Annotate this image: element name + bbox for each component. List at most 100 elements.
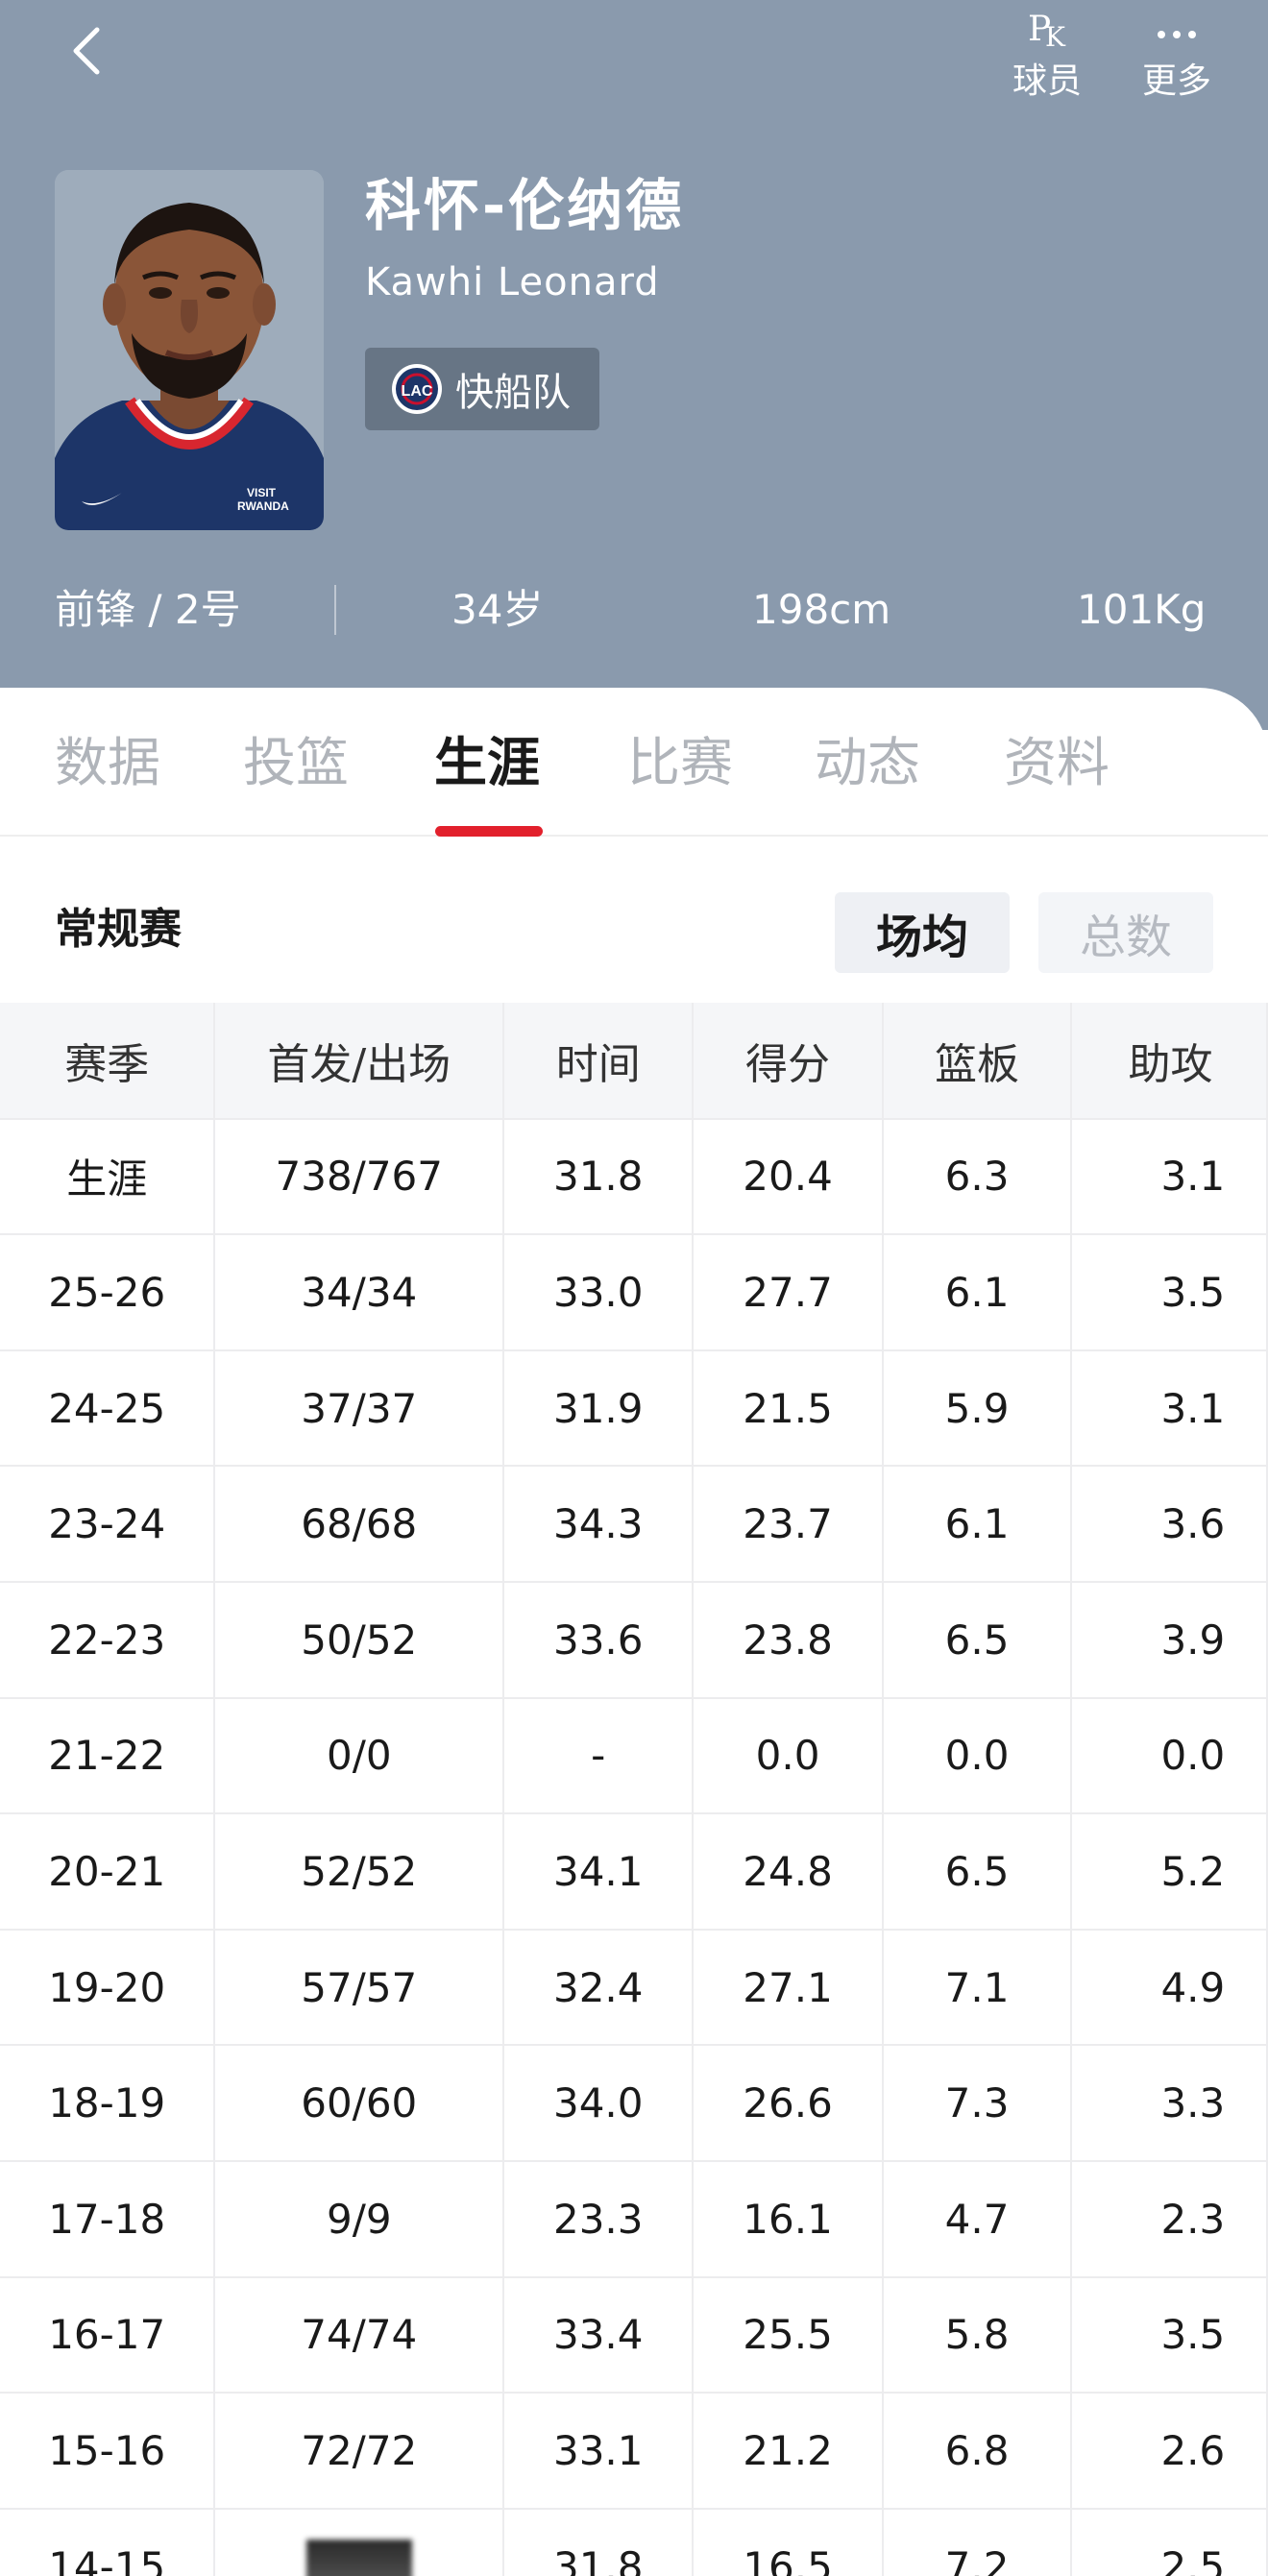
cell-rebounds: 5.9 [882, 1349, 1073, 1468]
cell-starts-games: 0/0 [214, 1697, 505, 1815]
cell-season: 17-18 [0, 2160, 216, 2278]
table-row[interactable]: 22-23 50/52 33.6 23.8 6.5 3.9 [0, 1581, 1268, 1699]
cell-minutes: 33.0 [503, 1234, 695, 1351]
cell-starts-games: 60/60 [214, 2045, 505, 2162]
section-title: 常规赛 [55, 905, 182, 954]
cell-minutes: 34.3 [503, 1466, 695, 1583]
table-row[interactable]: 19-20 57/57 32.4 27.1 7.1 4.9 [0, 1929, 1268, 2047]
cell-season: 14-15 [0, 2508, 216, 2576]
more-icon [1156, 12, 1198, 58]
table-row[interactable]: 23-24 68/68 34.3 23.7 6.1 3.6 [0, 1466, 1268, 1583]
totals-toggle[interactable]: 总数 [1038, 892, 1213, 973]
tab-profile[interactable]: 资料 [1004, 728, 1110, 797]
column-header-season: 赛季 [0, 1003, 216, 1120]
back-arrow-icon [73, 27, 100, 75]
cell-minutes: 31.9 [503, 1349, 695, 1468]
back-button[interactable] [53, 17, 120, 85]
tab-career[interactable]: 生涯 [434, 728, 540, 797]
cell-assists: 3.9 [1071, 1581, 1268, 1699]
cell-minutes: 33.4 [503, 2276, 695, 2394]
table-row[interactable]: 生涯 738/767 31.8 20.4 6.3 3.1 [0, 1118, 1268, 1236]
column-header-starts-games: 首发/出场 [214, 1003, 505, 1120]
cell-assists: 4.9 [1071, 1929, 1268, 2047]
player-header: PK 球员 更多 VISIT RWANDA 科怀-伦纳德 Kawhi Leona… [0, 0, 1268, 730]
table-row[interactable]: 18-19 60/60 34.0 26.6 7.3 3.3 [0, 2045, 1268, 2162]
table-row[interactable]: 20-21 52/52 34.1 24.8 6.5 5.2 [0, 1813, 1268, 1931]
table-row[interactable]: 15-16 72/72 33.1 21.2 6.8 2.6 [0, 2393, 1268, 2510]
table-row[interactable]: 16-17 74/74 33.4 25.5 5.8 3.5 [0, 2276, 1268, 2394]
player-name-en: Kawhi Leonard [365, 260, 660, 304]
player-height: 198cm [752, 586, 891, 633]
table-row[interactable]: 24-25 37/37 31.9 21.5 5.9 3.1 [0, 1349, 1268, 1468]
cell-season: 生涯 [0, 1118, 216, 1236]
cell-points: 16.5 [693, 2508, 884, 2576]
svg-text:LAC: LAC [402, 383, 433, 400]
cell-starts-games: 68/68 [214, 1466, 505, 1583]
team-name: 快船队 [455, 371, 571, 415]
cell-starts-games: 50/52 [214, 1581, 505, 1699]
cell-assists: 3.5 [1071, 1234, 1268, 1351]
cell-starts-games: 57/57 [214, 1929, 505, 2047]
player-name-cn: 科怀-伦纳德 [365, 173, 685, 238]
cell-points: 27.1 [693, 1929, 884, 2047]
tab-shooting[interactable]: 投篮 [243, 728, 349, 797]
cell-starts-games: 34/34 [214, 1234, 505, 1351]
cell-season: 24-25 [0, 1349, 216, 1468]
table-row[interactable]: 17-18 9/9 23.3 16.1 4.7 2.3 [0, 2160, 1268, 2278]
cell-minutes: 33.6 [503, 1581, 695, 1699]
cell-season: 21-22 [0, 1697, 216, 1815]
cell-points: 27.7 [693, 1234, 884, 1351]
tab-bar: 数据 投篮 生涯 比赛 动态 资料 [0, 688, 1268, 837]
cell-starts-games [214, 2508, 505, 2576]
per-game-toggle[interactable]: 场均 [835, 892, 1010, 973]
cell-assists: 3.6 [1071, 1466, 1268, 1583]
cell-points: 21.2 [693, 2393, 884, 2510]
column-header-minutes: 时间 [503, 1003, 695, 1120]
player-age: 34岁 [451, 586, 544, 633]
cell-season: 25-26 [0, 1234, 216, 1351]
table-row[interactable]: 14-15 31.8 16.5 7.2 2.5 [0, 2508, 1268, 2576]
column-header-assists: 助攻 [1071, 1003, 1268, 1120]
cell-season: 18-19 [0, 2045, 216, 2162]
tab-news[interactable]: 动态 [815, 728, 920, 797]
column-header-rebounds: 篮板 [882, 1003, 1073, 1120]
more-button[interactable]: 更多 [1119, 0, 1234, 106]
tab-games[interactable]: 比赛 [627, 728, 733, 797]
cell-minutes: 33.1 [503, 2393, 695, 2510]
table-row[interactable]: 21-22 0/0-0.0 0.0 0.0 [0, 1697, 1268, 1815]
pk-icon: PK [1028, 10, 1065, 53]
cell-starts-games: 37/37 [214, 1349, 505, 1468]
position-number: 前锋 / 2号 [55, 586, 241, 633]
cell-rebounds: 6.5 [882, 1581, 1073, 1699]
career-stats-table: 赛季 首发/出场 时间 得分 篮板 助攻 生涯 738/767 31.8 20.4 6.3 3.1 2… [0, 1003, 1268, 2576]
cell-points: 24.8 [693, 1813, 884, 1931]
cell-rebounds: 4.7 [882, 2160, 1073, 2278]
cell-assists: 2.6 [1071, 2393, 1268, 2510]
cell-starts-games: 738/767 [214, 1118, 505, 1236]
team-badge[interactable]: LAC 快船队 [365, 348, 599, 430]
cell-season: 19-20 [0, 1929, 216, 2047]
cell-assists: 2.3 [1071, 2160, 1268, 2278]
table-row[interactable]: 25-26 34/34 33.0 27.7 6.1 3.5 [0, 1234, 1268, 1351]
cell-rebounds: 0.0 [882, 1697, 1073, 1815]
cell-points: 21.5 [693, 1349, 884, 1468]
table-header-row: 赛季 首发/出场 时间 得分 篮板 助攻 [0, 1003, 1268, 1120]
pk-player-label: 球员 [1012, 61, 1082, 101]
cell-minutes: 34.1 [503, 1813, 695, 1931]
cell-points: 0.0 [693, 1697, 884, 1815]
cell-points: 26.6 [693, 2045, 884, 2162]
column-header-points: 得分 [693, 1003, 884, 1120]
cell-assists: 3.1 [1071, 1349, 1268, 1468]
player-weight: 101Kg [1077, 586, 1207, 633]
cell-starts-games: 9/9 [214, 2160, 505, 2278]
cell-assists: 0.0 [1071, 1697, 1268, 1815]
cell-minutes: 34.0 [503, 2045, 695, 2162]
pk-player-button[interactable]: PK 球员 [989, 0, 1105, 106]
cell-minutes: 32.4 [503, 1929, 695, 2047]
cell-rebounds: 6.5 [882, 1813, 1073, 1931]
cell-minutes: 23.3 [503, 2160, 695, 2278]
cell-minutes: 31.8 [503, 2508, 695, 2576]
tab-data[interactable]: 数据 [55, 728, 160, 797]
cell-rebounds: 7.3 [882, 2045, 1073, 2162]
more-label: 更多 [1141, 61, 1211, 101]
